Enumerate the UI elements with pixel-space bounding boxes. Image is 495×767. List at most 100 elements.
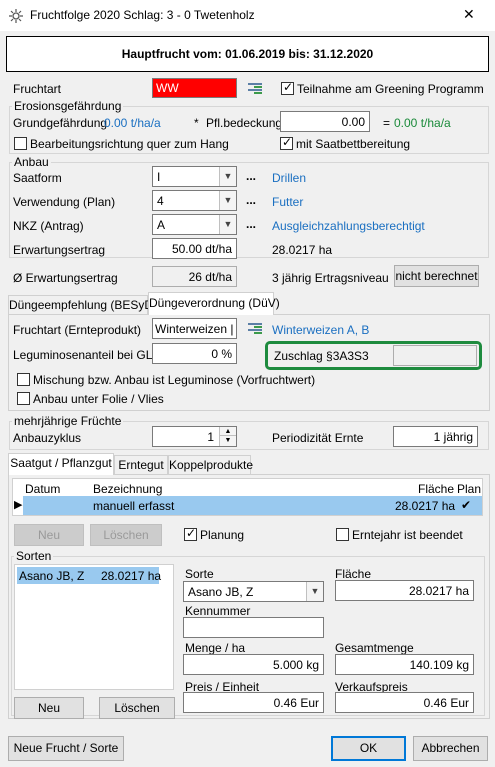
sorte-select[interactable]: Asano JB, Z ▼ <box>183 581 324 602</box>
sorte-neu-button[interactable]: Neu <box>14 697 84 719</box>
menge-label: Menge / ha <box>185 641 246 655</box>
grid-loeschen-button[interactable]: Löschen <box>90 524 162 546</box>
avg-ertrag-value: 26 dt/ha <box>152 266 237 287</box>
sorte-flaeche-label: Fläche <box>335 567 372 581</box>
anbauzyklus-label: Anbauzyklus <box>13 431 82 445</box>
saatbett-label: mit Saatbettbereitung <box>296 137 411 151</box>
quer-zum-hang-checkbox[interactable] <box>14 137 27 150</box>
anbauzyklus-spinner[interactable]: 1 ▲ ▼ <box>152 426 237 447</box>
row-flaeche: 28.0217 ha <box>395 499 456 513</box>
saatform-more-button[interactable]: ... <box>246 169 256 183</box>
tab-erntegut[interactable]: Erntegut <box>114 455 168 475</box>
leguminosen-label: Leguminosenanteil bei GL <box>13 348 153 362</box>
saatform-text: Drillen <box>272 171 307 185</box>
erwartungsertrag-label: Erwartungsertrag <box>13 243 106 257</box>
period-header-text: Hauptfrucht vom: 01.06.2019 bis: 31.12.2… <box>121 47 374 61</box>
row-marker-icon: ▶ <box>14 499 23 511</box>
col-bezeichnung: Bezeichnung <box>93 482 163 496</box>
sorte-flaeche-input[interactable]: 28.0217 ha <box>335 580 474 601</box>
anbau-area: 28.0217 ha <box>272 243 333 257</box>
preis-input[interactable]: 0.46 Eur <box>183 692 324 713</box>
verwendung-label: Verwendung (Plan) <box>13 195 116 209</box>
sorte-loeschen-button[interactable]: Löschen <box>99 697 175 719</box>
app-plant-icon <box>9 9 23 23</box>
saatbett-checkbox[interactable] <box>280 135 293 150</box>
abbrechen-button[interactable]: Abbrechen <box>413 736 488 761</box>
avg-ertrag-label: Ø Erwartungsertrag <box>13 271 118 285</box>
erwartungsertrag-input[interactable]: 50.00 dt/ha <box>152 238 237 259</box>
nkz-select[interactable]: A ▼ <box>152 214 237 235</box>
nkz-value: A <box>157 218 166 232</box>
tab-saatgut[interactable]: Saatgut / Pflanzgut <box>8 453 114 475</box>
table-row[interactable]: ▶ manuell erfasst 28.0217 ha ✔ <box>13 496 482 515</box>
ertragsniveau-label: 3 jährig Ertragsniveau <box>272 271 389 285</box>
close-icon[interactable]: ✕ <box>463 6 475 23</box>
kennummer-input[interactable] <box>183 617 324 638</box>
spin-up-icon[interactable]: ▲ <box>219 427 236 436</box>
window-title: Fruchtfolge 2020 Schlag: 3 - 0 Twetenhol… <box>30 8 255 22</box>
ernteprodukt-text: Winterweizen A, B <box>272 323 370 337</box>
folie-checkbox[interactable] <box>17 392 30 405</box>
list-item[interactable]: Asano JB, Z 28.0217 ha <box>17 567 162 584</box>
zuschlag-label: Zuschlag §3A3S3 <box>274 349 369 363</box>
pfl-marker: * <box>194 116 199 130</box>
ernteprodukt-label: Fruchtart (Ernteprodukt) <box>13 323 142 337</box>
pfl-bedeckung-input[interactable]: 0.00 <box>280 111 370 132</box>
sorten-group-label: Sorten <box>14 549 54 563</box>
chevron-down-icon[interactable]: ▼ <box>219 167 236 186</box>
periodizitaet-label: Periodizität Ernte <box>272 431 364 445</box>
sorte-list-name: Asano JB, Z <box>19 569 85 583</box>
sorte-list-area: 28.0217 ha <box>101 569 162 583</box>
verkaufspreis-input[interactable]: 0.46 Eur <box>335 692 474 713</box>
chevron-down-icon[interactable]: ▼ <box>306 582 323 601</box>
sorte-value: Asano JB, Z <box>188 585 254 599</box>
nicht-berechnet-button[interactable]: nicht berechnet <box>394 265 479 287</box>
neue-frucht-button[interactable]: Neue Frucht / Sorte <box>8 736 124 761</box>
pfl-bedeckung-label: Pfl.bedeckung <box>206 116 283 130</box>
erosion-group-label: Erosionsgefährdung <box>12 99 124 113</box>
tab-koppelprodukte[interactable]: Koppelprodukte <box>168 455 253 475</box>
ok-button[interactable]: OK <box>331 736 406 761</box>
gesamtmenge-input[interactable]: 140.109 kg <box>335 654 474 675</box>
ernteprodukt-field[interactable]: Winterweizen | V <box>152 318 237 339</box>
erntejahr-label: Erntejahr ist beendet <box>352 528 463 542</box>
col-flaeche: Fläche <box>418 482 455 496</box>
saatform-select[interactable]: I ▼ <box>152 166 237 187</box>
mehrjaehrige-group-label: mehrjährige Früchte <box>12 414 124 428</box>
tab-duengeverordnung[interactable]: Düngeverordnung (DüV) <box>148 292 280 315</box>
zuschlag-value <box>393 345 477 366</box>
periodizitaet-input[interactable]: 1 jährig <box>393 426 478 447</box>
greening-checkbox[interactable] <box>281 80 294 95</box>
list-select-icon[interactable] <box>248 82 262 94</box>
verwendung-value: 4 <box>157 194 164 208</box>
kennummer-label: Kennummer <box>185 604 251 618</box>
plan-check-icon: ✔ <box>461 498 472 512</box>
erntejahr-checkbox[interactable] <box>336 528 349 541</box>
saatform-label: Saatform <box>13 171 62 185</box>
mischung-checkbox[interactable] <box>17 373 30 386</box>
title-bar: Fruchtfolge 2020 Schlag: 3 - 0 Twetenhol… <box>0 0 495 31</box>
nkz-more-button[interactable]: ... <box>246 217 256 231</box>
row-bezeichnung: manuell erfasst <box>93 499 175 513</box>
tab-duengeempfehlung[interactable]: Düngeempfehlung (BESyD) <box>8 295 157 315</box>
col-datum: Datum <box>25 482 61 496</box>
chevron-down-icon[interactable]: ▼ <box>219 215 236 234</box>
planung-checkbox[interactable] <box>184 526 197 541</box>
gesamtmenge-label: Gesamtmenge <box>335 641 414 655</box>
grundgefaehrdung-value: 0.00 t/ha/a <box>104 116 161 130</box>
verwendung-more-button[interactable]: ... <box>246 193 256 207</box>
chevron-down-icon[interactable]: ▼ <box>219 191 236 210</box>
fruchtart-field[interactable]: WW <box>152 78 237 98</box>
grid-neu-button[interactable]: Neu <box>14 524 84 546</box>
menge-input[interactable]: 5.000 kg <box>183 654 324 675</box>
planung-label: Planung <box>200 528 245 542</box>
list-select-icon[interactable] <box>248 322 262 334</box>
quer-zum-hang-label: Bearbeitungsrichtung quer zum Hang <box>30 137 229 151</box>
verwendung-select[interactable]: 4 ▼ <box>152 190 237 211</box>
nkz-text: Ausgleichzahlungsberechtigt <box>272 219 425 233</box>
spin-down-icon[interactable]: ▼ <box>219 436 236 446</box>
folie-label: Anbau unter Folie / Vlies <box>33 392 164 406</box>
greening-label: Teilnahme am Greening Programm <box>297 82 484 96</box>
verwendung-text: Futter <box>272 195 304 209</box>
leguminosen-input[interactable]: 0 % <box>152 343 237 364</box>
